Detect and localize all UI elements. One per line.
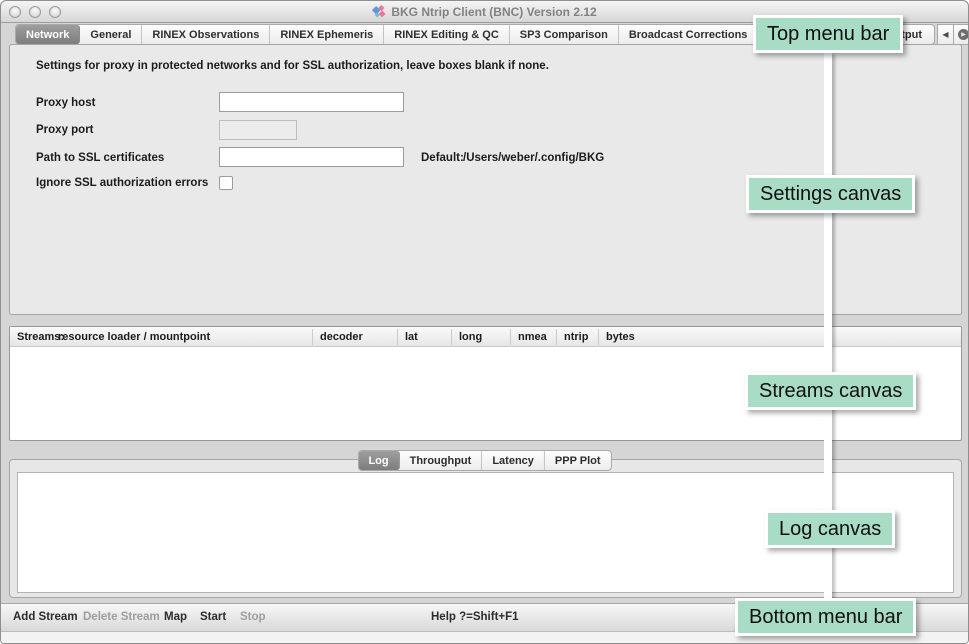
ignore-ssl-checkbox[interactable] — [219, 176, 233, 190]
zoom-button[interactable] — [49, 6, 61, 18]
map-button[interactable]: Map — [164, 611, 187, 623]
stop-button: Stop — [240, 611, 266, 623]
tab-ppp-plot[interactable]: PPP Plot — [545, 451, 611, 470]
log-tab-bar: Log Throughput Latency PPP Plot — [357, 450, 611, 471]
delete-stream-button: Delete Stream — [83, 611, 160, 623]
column-ntrip: ntrip — [564, 331, 588, 343]
settings-intro-text: Settings for proxy in protected networks… — [36, 60, 549, 72]
app-icon — [372, 5, 386, 19]
tab-broadcast-corrections[interactable]: Broadcast Corrections — [619, 25, 759, 44]
tab-general[interactable]: General — [80, 25, 142, 44]
annotation-streams-canvas: Streams canvas — [745, 372, 916, 410]
column-lat: lat — [405, 331, 418, 343]
column-decoder: decoder — [320, 331, 363, 343]
column-long: long — [459, 331, 482, 343]
annotation-settings-canvas: Settings canvas — [746, 175, 915, 213]
window-title: BKG Ntrip Client (BNC) Version 2.12 — [391, 5, 596, 19]
annotation-log-canvas: Log canvas — [765, 510, 895, 548]
proxy-host-label: Proxy host — [36, 97, 95, 109]
ssl-default-label: Default: — [421, 152, 464, 164]
tab-network[interactable]: Network — [16, 25, 80, 44]
tab-rinex-ephemeris[interactable]: RINEX Ephemeris — [270, 25, 384, 44]
proxy-port-label: Proxy port — [36, 124, 94, 136]
add-stream-button[interactable]: Add Stream — [13, 611, 78, 623]
tab-scroll-left-icon[interactable]: ◀ — [937, 24, 954, 45]
help-shortcut-label: Help ?=Shift+F1 — [431, 611, 519, 623]
minimize-button[interactable] — [29, 6, 41, 18]
ssl-path-input[interactable] — [219, 147, 404, 167]
close-button[interactable] — [9, 6, 21, 18]
tab-rinex-editing-qc[interactable]: RINEX Editing & QC — [384, 25, 510, 44]
column-mountpoint: resource loader / mountpoint — [58, 331, 210, 343]
tab-rinex-observations[interactable]: RINEX Observations — [142, 25, 270, 44]
app-window: BKG Ntrip Client (BNC) Version 2.12 Netw… — [0, 0, 969, 644]
proxy-port-input — [219, 120, 297, 140]
tab-log[interactable]: Log — [358, 451, 399, 470]
ssl-path-label: Path to SSL certificates — [36, 152, 164, 164]
tab-latency[interactable]: Latency — [482, 451, 545, 470]
column-bytes: bytes — [606, 331, 635, 343]
start-button[interactable]: Start — [200, 611, 226, 623]
ignore-ssl-label: Ignore SSL authorization errors — [36, 177, 208, 189]
column-nmea: nmea — [518, 331, 547, 343]
ssl-default-path: /Users/weber/.config/BKG — [463, 152, 604, 164]
proxy-host-input[interactable] — [219, 92, 404, 112]
annotation-top-menu-bar: Top menu bar — [753, 15, 903, 53]
traffic-lights — [9, 6, 61, 18]
tab-throughput[interactable]: Throughput — [400, 451, 483, 470]
streams-header: Streams: resource loader / mountpoint de… — [10, 327, 961, 347]
tab-sp3-comparison[interactable]: SP3 Comparison — [510, 25, 619, 44]
tab-scroll-buttons: ◀ ▶ — [937, 24, 969, 45]
tab-scroll-right-icon[interactable]: ▶ — [954, 24, 969, 45]
annotation-bottom-menu-bar: Bottom menu bar — [735, 598, 916, 636]
